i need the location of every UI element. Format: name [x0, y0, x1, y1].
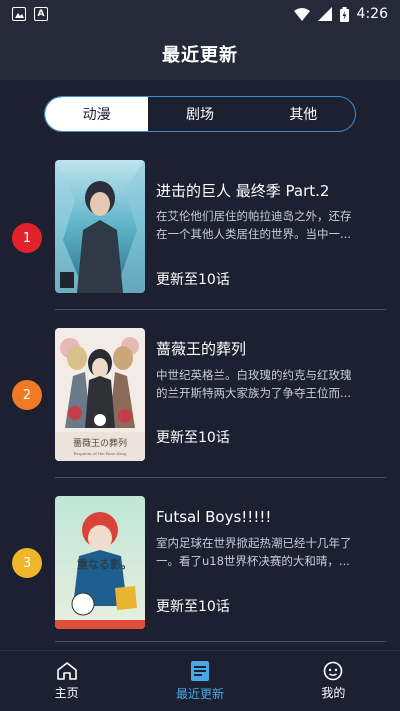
- status-time: 4:26: [356, 6, 388, 22]
- cover-image: 重なる影。: [55, 496, 145, 629]
- profile-icon: [324, 661, 343, 681]
- tab-theater[interactable]: 剧场: [148, 97, 251, 131]
- item-description-line: 在艾伦他们居住的帕拉迪岛之外，还存: [156, 209, 352, 223]
- notification-a-icon: A: [34, 7, 48, 21]
- divider: [55, 477, 386, 478]
- battery-icon: [339, 6, 349, 22]
- list-item[interactable]: 2 薔薇王の葬列 Requiem of the Rose King 蔷薇王的葬列…: [0, 328, 400, 488]
- item-description: 在艾伦他们居住的帕拉迪岛之外，还存 在一个其他人类居住的世界。当中一...: [156, 207, 388, 243]
- status-bar: A 4:26: [0, 0, 400, 28]
- item-description-line: 的兰开斯特两大家族为了争夺王位而...: [156, 386, 351, 400]
- item-description-line: 室内足球在世界掀起热潮已经十几年了: [156, 536, 352, 550]
- divider: [55, 309, 386, 310]
- nav-updates-label: 最近更新: [175, 687, 224, 701]
- category-tabs: 动漫 剧场 其他: [44, 96, 356, 132]
- nav-home[interactable]: 主页: [0, 651, 133, 711]
- item-description-line: 在一个其他人类居住的世界。当中一...: [156, 227, 351, 241]
- item-description-line: 中世纪英格兰。白玫瑰的约克与红玫瑰: [156, 368, 352, 382]
- divider: [55, 641, 386, 642]
- bottom-navigation: 主页 最近更新 我的: [0, 650, 400, 711]
- rank-badge: 3: [12, 548, 42, 578]
- page-title: 最近更新: [162, 45, 238, 66]
- rank-badge: 1: [12, 223, 42, 253]
- item-episode: 更新至10话: [156, 599, 230, 615]
- nav-profile-label: 我的: [321, 686, 346, 700]
- home-icon: [56, 662, 77, 680]
- list-item[interactable]: 1 进击的巨人 最终季 Part.2 在艾伦他们居住的帕拉迪岛之外，还存 在一个…: [0, 160, 400, 320]
- item-title: Futsal Boys!!!!!: [156, 508, 272, 526]
- nav-recent-updates[interactable]: 最近更新: [133, 651, 266, 711]
- app-header: 最近更新: [0, 28, 400, 80]
- cover-image: 薔薇王の葬列 Requiem of the Rose King: [55, 328, 145, 461]
- item-episode: 更新至10话: [156, 272, 230, 288]
- item-title: 进击的巨人 最终季 Part.2: [156, 182, 330, 200]
- nav-profile[interactable]: 我的: [267, 651, 400, 711]
- wifi-icon: [293, 7, 310, 21]
- tab-anime[interactable]: 动漫: [45, 97, 149, 131]
- updates-icon: [190, 661, 209, 681]
- item-title: 蔷薇王的葬列: [156, 340, 247, 358]
- svg-text:重なる影。: 重なる影。: [77, 557, 132, 571]
- item-description: 中世纪英格兰。白玫瑰的约克与红玫瑰 的兰开斯特两大家族为了争夺王位而...: [156, 366, 388, 402]
- item-description: 室内足球在世界掀起热潮已经十几年了 一。看了u18世界杯决赛的大和晴，...: [156, 534, 388, 570]
- rank-badge: 2: [12, 380, 42, 410]
- cover-image: [55, 160, 145, 293]
- item-episode: 更新至10话: [156, 430, 230, 446]
- nav-home-label: 主页: [54, 686, 79, 700]
- item-description-line: 一。看了u18世界杯决赛的大和晴，...: [156, 554, 350, 568]
- tab-other[interactable]: 其他: [252, 97, 355, 131]
- svg-text:Requiem of the Rose King: Requiem of the Rose King: [74, 451, 127, 456]
- signal-icon: [317, 7, 332, 21]
- list-item[interactable]: 3 重なる影。 Futsal Boys!!!!! 室内足球在世界掀起热潮已经十几…: [0, 496, 400, 656]
- svg-text:薔薇王の葬列: 薔薇王の葬列: [73, 437, 127, 449]
- notification-image-icon: [12, 7, 26, 21]
